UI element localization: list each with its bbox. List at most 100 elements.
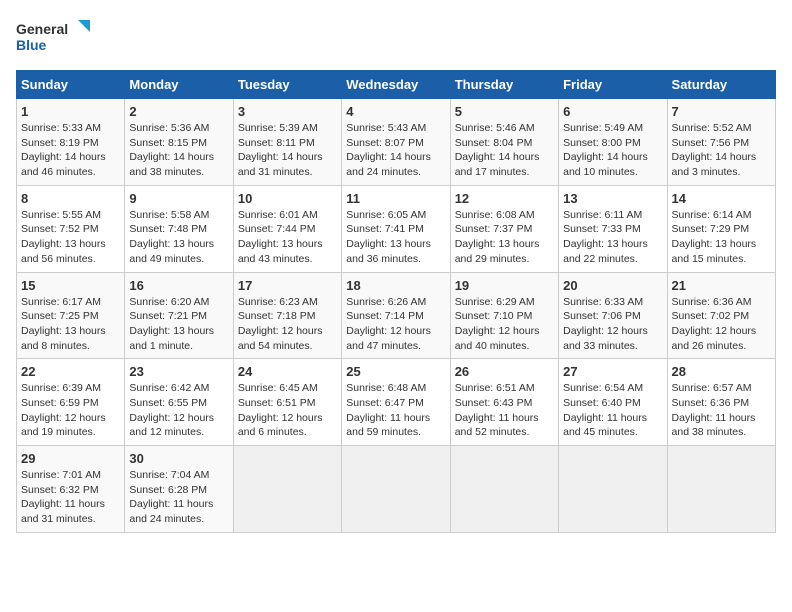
- cell-info: Sunrise: 6:05 AMSunset: 7:41 PMDaylight:…: [346, 209, 431, 265]
- calendar-cell: 22 Sunrise: 6:39 AMSunset: 6:59 PMDayligh…: [17, 359, 125, 446]
- calendar-cell: 9 Sunrise: 5:58 AMSunset: 7:48 PMDaylight…: [125, 185, 233, 272]
- page-header: General Blue: [16, 16, 776, 60]
- calendar-cell: 20Sunrise: 6:33 AMSunset: 7:06 PMDayligh…: [559, 272, 667, 359]
- cell-info: Sunrise: 6:11 AMSunset: 7:33 PMDaylight:…: [563, 209, 648, 265]
- calendar-cell: 11 Sunrise: 6:05 AMSunset: 7:41 PMDayligh…: [342, 185, 450, 272]
- svg-text:General: General: [16, 21, 68, 37]
- day-number: 4: [346, 104, 445, 119]
- calendar-cell: 30Sunrise: 7:04 AMSunset: 6:28 PMDayligh…: [125, 446, 233, 533]
- weekday-header: Friday: [559, 71, 667, 99]
- calendar-cell: 10 Sunrise: 6:01 AMSunset: 7:44 PMDayligh…: [233, 185, 341, 272]
- calendar-cell: 23Sunrise: 6:42 AMSunset: 6:55 PMDayligh…: [125, 359, 233, 446]
- calendar-cell: 8 Sunrise: 5:55 AMSunset: 7:52 PMDaylight…: [17, 185, 125, 272]
- cell-info: Sunrise: 5:46 AMSunset: 8:04 PMDaylight:…: [455, 122, 540, 178]
- day-number: 8: [21, 191, 120, 206]
- day-number: 9: [129, 191, 228, 206]
- day-number: 20: [563, 278, 662, 293]
- day-number: 17: [238, 278, 337, 293]
- calendar-week-row: 15 Sunrise: 6:17 AMSunset: 7:25 PMDayligh…: [17, 272, 776, 359]
- cell-info: Sunrise: 6:51 AMSunset: 6:43 PMDaylight:…: [455, 382, 539, 438]
- cell-info: Sunrise: 6:54 AMSunset: 6:40 PMDaylight:…: [563, 382, 647, 438]
- calendar-cell: 26 Sunrise: 6:51 AMSunset: 6:43 PMDayligh…: [450, 359, 558, 446]
- day-number: 27: [563, 364, 662, 379]
- calendar-cell: 25 Sunrise: 6:48 AMSunset: 6:47 PMDayligh…: [342, 359, 450, 446]
- calendar-cell: 21Sunrise: 6:36 AMSunset: 7:02 PMDayligh…: [667, 272, 775, 359]
- day-number: 11: [346, 191, 445, 206]
- day-number: 24: [238, 364, 337, 379]
- day-number: 25: [346, 364, 445, 379]
- day-number: 5: [455, 104, 554, 119]
- calendar-cell: 5 Sunrise: 5:46 AMSunset: 8:04 PMDaylight…: [450, 99, 558, 186]
- calendar-cell: 16Sunrise: 6:20 AMSunset: 7:21 PMDayligh…: [125, 272, 233, 359]
- weekday-header: Saturday: [667, 71, 775, 99]
- cell-info: Sunrise: 6:26 AMSunset: 7:14 PMDaylight:…: [346, 296, 431, 352]
- calendar-week-row: 22 Sunrise: 6:39 AMSunset: 6:59 PMDayligh…: [17, 359, 776, 446]
- day-number: 15: [21, 278, 120, 293]
- weekday-header: Sunday: [17, 71, 125, 99]
- logo: General Blue: [16, 16, 96, 60]
- day-number: 30: [129, 451, 228, 466]
- day-number: 28: [672, 364, 771, 379]
- cell-info: Sunrise: 6:39 AMSunset: 6:59 PMDaylight:…: [21, 382, 106, 438]
- calendar-cell: 14 Sunrise: 6:14 AMSunset: 7:29 PMDayligh…: [667, 185, 775, 272]
- cell-info: Sunrise: 6:08 AMSunset: 7:37 PMDaylight:…: [455, 209, 540, 265]
- calendar-cell: 18 Sunrise: 6:26 AMSunset: 7:14 PMDayligh…: [342, 272, 450, 359]
- cell-info: Sunrise: 5:55 AMSunset: 7:52 PMDaylight:…: [21, 209, 106, 265]
- calendar-cell: 6 Sunrise: 5:49 AMSunset: 8:00 PMDaylight…: [559, 99, 667, 186]
- cell-info: Sunrise: 5:49 AMSunset: 8:00 PMDaylight:…: [563, 122, 648, 178]
- day-number: 2: [129, 104, 228, 119]
- calendar-week-row: 8 Sunrise: 5:55 AMSunset: 7:52 PMDaylight…: [17, 185, 776, 272]
- calendar-table: SundayMondayTuesdayWednesdayThursdayFrid…: [16, 70, 776, 533]
- day-number: 23: [129, 364, 228, 379]
- day-number: 3: [238, 104, 337, 119]
- calendar-cell: 7 Sunrise: 5:52 AMSunset: 7:56 PMDaylight…: [667, 99, 775, 186]
- day-number: 14: [672, 191, 771, 206]
- weekday-header: Tuesday: [233, 71, 341, 99]
- general-blue-logo: General Blue: [16, 16, 96, 60]
- svg-text:Blue: Blue: [16, 37, 47, 53]
- day-number: 22: [21, 364, 120, 379]
- calendar-cell: 29 Sunrise: 7:01 AMSunset: 6:32 PMDayligh…: [17, 446, 125, 533]
- calendar-cell: [667, 446, 775, 533]
- cell-info: Sunrise: 6:45 AMSunset: 6:51 PMDaylight:…: [238, 382, 323, 438]
- calendar-cell: 17 Sunrise: 6:23 AMSunset: 7:18 PMDayligh…: [233, 272, 341, 359]
- day-number: 10: [238, 191, 337, 206]
- cell-info: Sunrise: 6:23 AMSunset: 7:18 PMDaylight:…: [238, 296, 323, 352]
- day-number: 19: [455, 278, 554, 293]
- cell-info: Sunrise: 7:01 AMSunset: 6:32 PMDaylight:…: [21, 469, 105, 525]
- cell-info: Sunrise: 6:57 AMSunset: 6:36 PMDaylight:…: [672, 382, 756, 438]
- weekday-header: Wednesday: [342, 71, 450, 99]
- cell-info: Sunrise: 5:39 AMSunset: 8:11 PMDaylight:…: [238, 122, 323, 178]
- day-number: 29: [21, 451, 120, 466]
- calendar-cell: 2Sunrise: 5:36 AMSunset: 8:15 PMDaylight…: [125, 99, 233, 186]
- cell-info: Sunrise: 5:52 AMSunset: 7:56 PMDaylight:…: [672, 122, 757, 178]
- day-number: 13: [563, 191, 662, 206]
- calendar-cell: 12Sunrise: 6:08 AMSunset: 7:37 PMDayligh…: [450, 185, 558, 272]
- day-number: 26: [455, 364, 554, 379]
- calendar-cell: 3 Sunrise: 5:39 AMSunset: 8:11 PMDaylight…: [233, 99, 341, 186]
- calendar-cell: [342, 446, 450, 533]
- calendar-header-row: SundayMondayTuesdayWednesdayThursdayFrid…: [17, 71, 776, 99]
- calendar-cell: 15 Sunrise: 6:17 AMSunset: 7:25 PMDayligh…: [17, 272, 125, 359]
- calendar-cell: [559, 446, 667, 533]
- cell-info: Sunrise: 6:17 AMSunset: 7:25 PMDaylight:…: [21, 296, 106, 352]
- cell-info: Sunrise: 5:58 AMSunset: 7:48 PMDaylight:…: [129, 209, 214, 265]
- day-number: 1: [21, 104, 120, 119]
- calendar-cell: 27 Sunrise: 6:54 AMSunset: 6:40 PMDayligh…: [559, 359, 667, 446]
- weekday-header: Monday: [125, 71, 233, 99]
- weekday-header: Thursday: [450, 71, 558, 99]
- calendar-cell: 24 Sunrise: 6:45 AMSunset: 6:51 PMDayligh…: [233, 359, 341, 446]
- calendar-week-row: 1Sunrise: 5:33 AMSunset: 8:19 PMDaylight…: [17, 99, 776, 186]
- calendar-cell: 1Sunrise: 5:33 AMSunset: 8:19 PMDaylight…: [17, 99, 125, 186]
- day-number: 7: [672, 104, 771, 119]
- day-number: 18: [346, 278, 445, 293]
- day-number: 6: [563, 104, 662, 119]
- cell-info: Sunrise: 5:43 AMSunset: 8:07 PMDaylight:…: [346, 122, 431, 178]
- cell-info: Sunrise: 6:48 AMSunset: 6:47 PMDaylight:…: [346, 382, 430, 438]
- day-number: 21: [672, 278, 771, 293]
- cell-info: Sunrise: 6:01 AMSunset: 7:44 PMDaylight:…: [238, 209, 323, 265]
- calendar-cell: [450, 446, 558, 533]
- calendar-cell: [233, 446, 341, 533]
- cell-info: Sunrise: 6:20 AMSunset: 7:21 PMDaylight:…: [129, 296, 214, 352]
- cell-info: Sunrise: 6:14 AMSunset: 7:29 PMDaylight:…: [672, 209, 757, 265]
